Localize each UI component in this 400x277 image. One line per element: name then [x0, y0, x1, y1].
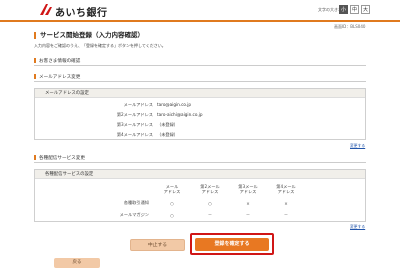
email-value: （未登録） [157, 132, 178, 137]
notify-section-title: 各種配信サービス変更 [34, 154, 366, 163]
email-row: 第3メールアドレス （未登録） [35, 120, 365, 130]
table-cell: － [283, 212, 289, 217]
back-button[interactable]: 戻る [54, 258, 100, 268]
notify-settings-title: 各種配信サービスの設定 [35, 170, 365, 179]
notify-table: メール アドレス 第2メール アドレス 第3メール アドレス 第4メール アドレ… [35, 181, 365, 221]
table-cell: － [245, 212, 251, 217]
email-value: （未登録） [157, 122, 178, 127]
table-cell: ○ [208, 200, 212, 206]
column-header: 第3メール アドレス [238, 184, 258, 194]
email-section-title: メールアドレス変更 [34, 73, 366, 82]
font-size-large-button[interactable]: 大 [361, 5, 370, 14]
notify-change-link[interactable]: 変更する [350, 224, 365, 230]
intro-text: 入力内容をご確認のうえ、「登録を確定する」ボタンを押してください。 [34, 43, 166, 48]
table-cell: × [246, 200, 250, 206]
column-header: 第2メール アドレス [200, 184, 220, 194]
email-value: taro@aigin.co.jp [157, 102, 192, 107]
customer-info-section-title: お客さま情報の確認 [34, 57, 366, 66]
email-settings-box: メールアドレスの設定 メールアドレス taro@aigin.co.jp 第2メー… [34, 88, 366, 140]
table-cell: － [207, 212, 213, 217]
confirm-registration-button[interactable]: 登録を確定する [195, 238, 269, 251]
email-row: 第2メールアドレス taro-aichi@aigin.co.jp [35, 110, 365, 120]
bank-name: あいち銀行 [55, 8, 108, 19]
bank-logo-icon [40, 4, 52, 15]
email-label: メールアドレス [123, 102, 153, 107]
section-marker-icon [34, 58, 36, 63]
header: あいち銀行 文字の大きさ 小 中 大 [0, 0, 400, 20]
table-cell: × [284, 200, 288, 206]
table-row: 各種取引通知 ○ ○ × × [35, 197, 365, 209]
email-label: 第3メールアドレス [116, 122, 153, 127]
email-change-link[interactable]: 変更する [350, 143, 365, 149]
email-value: taro-aichi@aigin.co.jp [157, 112, 203, 117]
row-label: 各種取引通知 [123, 200, 149, 205]
row-label: メールマガジン [119, 212, 149, 217]
cancel-button[interactable]: 中止する [130, 239, 185, 251]
header-divider [0, 20, 400, 22]
email-label: 第4メールアドレス [116, 132, 153, 137]
section-marker-icon [34, 155, 36, 160]
column-header: メール アドレス [163, 184, 181, 194]
page-title: サービス開始登録（入力内容確認） [34, 32, 144, 39]
email-label: 第2メールアドレス [116, 112, 153, 117]
section-marker-icon [34, 74, 36, 79]
table-cell: ○ [170, 200, 174, 206]
font-size-small-button[interactable]: 小 [339, 5, 348, 14]
email-settings-title: メールアドレスの設定 [35, 89, 365, 98]
table-cell: ○ [170, 212, 174, 218]
screen-id: 画面ID：BLS040 [334, 24, 366, 29]
email-row: 第4メールアドレス （未登録） [35, 130, 365, 140]
email-row: メールアドレス taro@aigin.co.jp [35, 100, 365, 110]
column-header: 第4メール アドレス [276, 184, 296, 194]
font-size-medium-button[interactable]: 中 [350, 5, 359, 14]
table-row: メールマガジン ○ － － － [35, 209, 365, 221]
notify-settings-box: 各種配信サービスの設定 メール アドレス 第2メール アドレス 第3メール アド… [34, 169, 366, 222]
notify-header-row: メール アドレス 第2メール アドレス 第3メール アドレス 第4メール アドレ… [35, 181, 365, 197]
